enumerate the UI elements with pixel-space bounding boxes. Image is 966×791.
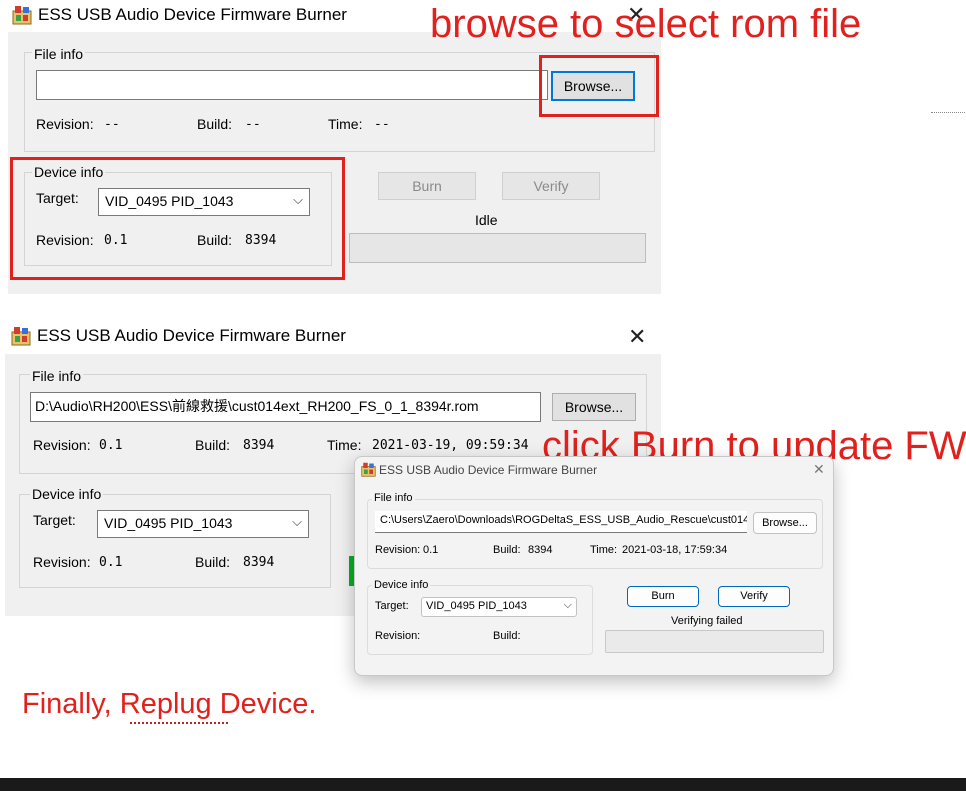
close-icon[interactable]: ✕ (813, 462, 825, 476)
burn-button[interactable]: Burn (378, 172, 476, 200)
device-revision-value: 0.1 (99, 555, 123, 570)
browse-button[interactable]: Browse... (753, 512, 817, 534)
chevron-down-icon: ⌵ (292, 514, 302, 529)
window-title: ESS USB Audio Device Firmware Burner (379, 463, 598, 477)
device-info-highlight-box (10, 157, 345, 280)
target-select[interactable]: VID_0495 PID_1043 ⌵ (421, 597, 577, 617)
app-icon (12, 5, 32, 25)
device-build-value: 8394 (243, 555, 275, 570)
target-label: Target: (33, 512, 76, 528)
annotation-step3: Finally, Replug Device. (22, 688, 317, 720)
chevron-down-icon: ⌵ (563, 599, 572, 611)
file-revision-value: -- (104, 117, 120, 132)
rom-path-field[interactable]: D:\Audio\RH200\ESS\前線救援\cust014ext_RH200… (30, 392, 541, 422)
app-icon (361, 462, 376, 477)
target-select[interactable]: VID_0495 PID_1043 ⌵ (97, 510, 309, 538)
device-revision-label: Revision: (33, 554, 91, 570)
progress-bar (349, 233, 646, 263)
burn-button[interactable]: Burn (627, 586, 699, 607)
verify-button[interactable]: Verify (502, 172, 600, 200)
title-bar[interactable]: ESS USB Audio Device Firmware Burner ✕ (5, 320, 661, 354)
status-text: Idle (475, 212, 498, 228)
device-info-label: Device info (30, 486, 104, 502)
browse-highlight-box (539, 55, 659, 117)
device-info-label: Device info (372, 579, 431, 591)
file-revision-value: 0.1 (423, 544, 439, 556)
window-3: ESS USB Audio Device Firmware Burner ✕ F… (354, 456, 834, 676)
taskbar (0, 778, 966, 791)
target-select-value: VID_0495 PID_1043 (426, 600, 527, 612)
device-info-group (367, 585, 593, 655)
device-build-label: Build: (493, 630, 521, 642)
file-time-label: Time: (328, 116, 363, 132)
device-revision-label: Revision: (375, 630, 421, 642)
target-label: Target: (375, 600, 409, 612)
file-build-value: 8394 (243, 438, 275, 453)
browse-button[interactable]: Browse... (552, 393, 636, 421)
verify-button[interactable]: Verify (718, 586, 790, 607)
file-build-label: Build: (195, 437, 231, 453)
app-icon (11, 326, 31, 346)
file-time-value: 2021-03-19, 09:59:34 (372, 438, 529, 453)
file-time-value: 2021-03-18, 17:59:34 (622, 544, 728, 556)
file-revision-value: 0.1 (99, 438, 123, 453)
device-info-group (19, 494, 331, 588)
target-select-value: VID_0495 PID_1043 (104, 515, 233, 531)
spellcheck-underline (130, 722, 228, 724)
rom-path-field[interactable]: C:\Users\Zaero\Downloads\ROGDeltaS_ESS_U… (375, 511, 747, 533)
status-text: Verifying failed (671, 615, 743, 627)
title-bar[interactable]: ESS USB Audio Device Firmware Burner ✕ (355, 457, 833, 483)
progress-bar (605, 630, 824, 653)
annotation-step1: browse to select rom file (430, 2, 862, 46)
window-title: ESS USB Audio Device Firmware Burner (38, 5, 347, 24)
file-info-label: File info (30, 368, 84, 384)
file-info-group (367, 499, 823, 569)
file-time-label: Time: (590, 544, 618, 556)
file-time-label: Time: (327, 437, 362, 453)
file-info-label: File info (372, 492, 415, 504)
file-revision-label: Revision: (36, 116, 94, 132)
file-revision-label: Revision: (375, 544, 421, 556)
file-info-label: File info (32, 46, 86, 62)
file-build-label: Build: (197, 116, 233, 132)
file-time-value: -- (374, 117, 390, 132)
close-icon[interactable]: ✕ (628, 326, 646, 348)
window-title: ESS USB Audio Device Firmware Burner (37, 326, 346, 345)
device-build-label: Build: (195, 554, 231, 570)
rom-path-field[interactable] (36, 70, 548, 100)
dotted-mark (931, 112, 965, 113)
file-build-value: -- (245, 117, 261, 132)
file-build-label: Build: (493, 544, 521, 556)
file-revision-label: Revision: (33, 437, 91, 453)
file-build-value: 8394 (528, 544, 553, 556)
